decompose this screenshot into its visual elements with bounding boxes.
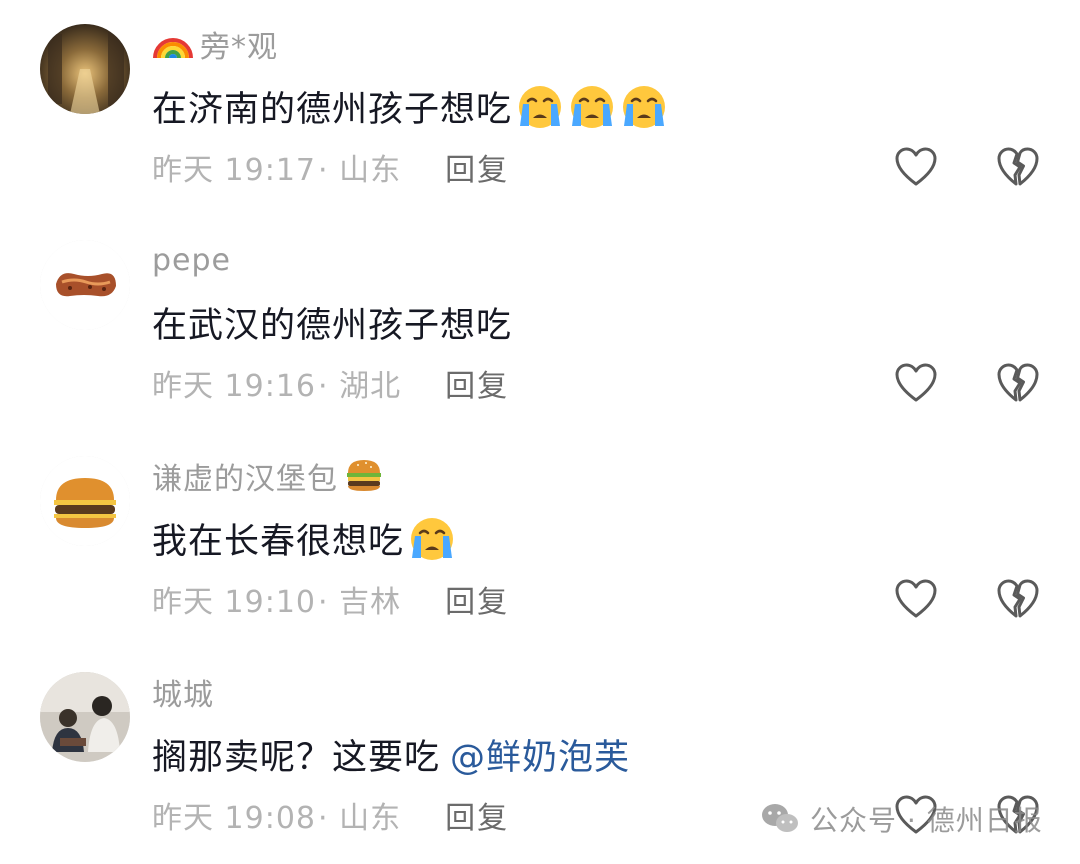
comment-item: 旁*观 在济南的德州孩子想吃 昨天 19:17 · 山东 回复 [0,0,1080,216]
username[interactable]: 城城 [152,670,214,714]
user-avatar[interactable] [40,240,130,330]
loudly-crying-face-emoji [516,82,564,130]
loudly-crying-face-emoji [620,82,668,130]
comment-text: 搁那卖呢？这要吃 [152,737,441,778]
comment-location: · 吉林 [318,585,402,620]
reply-button[interactable]: 回复 [445,577,509,621]
hamburger-emoji [344,454,384,498]
rainbow-emoji [152,24,194,64]
comment-time: 昨天 19:17 [152,153,316,188]
wechat-icon [760,802,800,836]
heart-outline-icon[interactable] [893,145,939,189]
broken-heart-icon[interactable] [995,361,1041,405]
username[interactable]: 旁*观 [200,22,278,66]
reply-button[interactable]: 回复 [445,793,509,837]
comment-time: 昨天 19:16 [152,369,316,404]
loudly-crying-face-emoji [408,514,456,562]
user-avatar[interactable] [40,672,130,762]
user-avatar[interactable] [40,24,130,114]
night-street-photo [40,24,130,114]
username[interactable]: 谦虚的汉堡包 [152,454,338,498]
reply-button[interactable]: 回复 [445,361,509,405]
comment-location: · 山东 [318,153,402,188]
grilled-sausage-photo [40,240,130,330]
comment-item: 谦虚的汉堡包 我在长春很想吃 昨天 19:10 · 吉林 回复 [0,432,1080,648]
watermark-text: 公众号 · 德州日报 [810,804,1043,837]
comment-location: · 山东 [318,801,402,836]
comment-text: 在济南的德州孩子想吃 [152,89,513,130]
username[interactable]: pepe [152,243,231,278]
broken-heart-icon[interactable] [995,145,1041,189]
user-avatar[interactable] [40,456,130,546]
loudly-crying-face-emoji [568,82,616,130]
wechat-watermark: 公众号 · 德州日报 [760,794,1043,844]
reply-button[interactable]: 回复 [445,145,509,189]
comment-text: 在武汉的德州孩子想吃 [152,305,513,346]
comment-time: 昨天 19:10 [152,585,316,620]
user-mention-link[interactable]: @鲜奶泡芙 [450,729,630,780]
comment-item: pepe 在武汉的德州孩子想吃 昨天 19:16 · 湖北 回复 [0,216,1080,432]
heart-outline-icon[interactable] [893,361,939,405]
comment-location: · 湖北 [318,369,402,404]
heart-outline-icon[interactable] [893,577,939,621]
comment-time: 昨天 19:08 [152,801,316,836]
broken-heart-icon[interactable] [995,577,1041,621]
hamburger-photo [40,456,130,546]
people-photo [40,672,130,762]
comment-text: 我在长春很想吃 [152,521,405,562]
